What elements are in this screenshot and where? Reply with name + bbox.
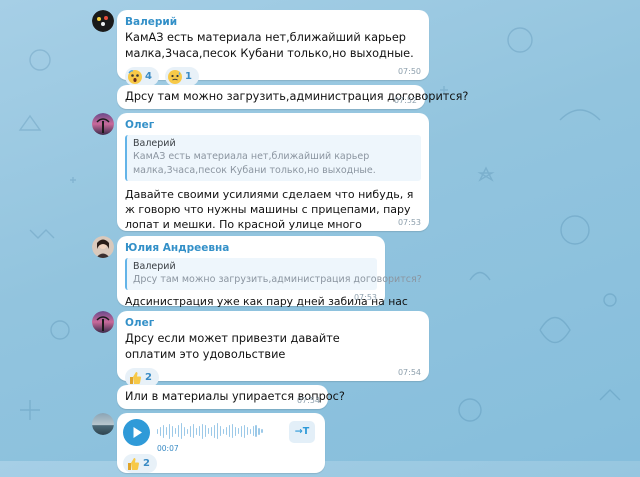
reaction-count: 1 [184, 70, 192, 82]
sender-name[interactable]: Валерий [125, 15, 421, 29]
reply-author: Валерий [133, 138, 176, 149]
transcribe-button[interactable]: →T [289, 421, 315, 443]
message-time: 07:54 [296, 396, 320, 405]
message-text: Адсинистрация уже как пару дней забила н… [125, 295, 408, 308]
message-bubble[interactable]: Олег Дрсу если может привезти давайте оп… [117, 311, 429, 387]
message-text: КамАЗ есть материала нет,ближайший карье… [125, 31, 414, 60]
reaction-chip[interactable]: 1 [164, 67, 199, 86]
message-bubble[interactable]: Юлия Андреевна Валерий Дрсу там можно за… [117, 236, 422, 308]
message-bubble[interactable]: Валерий КамАЗ есть материала нет,ближайш… [117, 10, 429, 86]
message-text: Дрсу там можно загрузить,администрация д… [125, 90, 469, 103]
message-text: Или в материалы упирается вопрос? [125, 390, 345, 403]
avatar[interactable] [92, 413, 114, 435]
message-text: Дрсу если может привезти давайте оплатим… [125, 332, 340, 361]
voice-waveform[interactable] [157, 422, 263, 440]
sweat-face-emoji [167, 69, 182, 84]
reply-quote[interactable]: Валерий Дрсу там можно загрузить,админис… [125, 258, 422, 290]
message-bubble[interactable]: Дрсу там можно загрузить,администрация д… [117, 85, 469, 109]
reaction-chip[interactable]: 4 [125, 67, 159, 86]
reaction-chip[interactable]: 2 [123, 454, 157, 473]
reply-author: Валерий [133, 261, 176, 272]
voice-message-bubble[interactable]: 00:07 →T 2 [117, 413, 325, 473]
message-bubble[interactable]: Или в материалы упирается вопрос? 07:54 [117, 385, 345, 409]
avatar[interactable] [92, 10, 114, 32]
message-bubble[interactable]: Олег Валерий КамАЗ есть материала нет,бл… [117, 113, 429, 261]
sender-name[interactable]: Олег [125, 316, 421, 330]
voice-duration: 00:07 [157, 444, 179, 453]
reactions-row: 4 1 [125, 67, 421, 86]
sender-name[interactable]: Юлия Андреевна [125, 241, 377, 255]
avatar[interactable] [92, 236, 114, 258]
reaction-count: 2 [143, 457, 150, 469]
reply-quote[interactable]: Валерий КамАЗ есть материала нет,ближайш… [125, 135, 421, 181]
reply-text: Дрсу там можно загрузить,администрация д… [133, 274, 422, 285]
play-button[interactable] [123, 419, 150, 446]
avatar[interactable] [92, 113, 114, 135]
message-time: 07:54 [397, 368, 421, 377]
sender-name[interactable]: Олег [125, 118, 421, 132]
screaming-face-emoji [128, 69, 142, 84]
message-time: 07:52 [393, 96, 417, 105]
message-time: 07:50 [397, 67, 421, 76]
reply-text: КамАЗ есть материала нет,ближайший карье… [133, 151, 376, 176]
reaction-count: 4 [145, 70, 152, 82]
play-icon [133, 427, 142, 438]
message-time: 07:53 [353, 293, 377, 302]
thumbs-up-emoji [126, 457, 140, 471]
message-time: 07:53 [397, 218, 421, 227]
thumbs-up-emoji [128, 371, 142, 385]
avatar[interactable] [92, 311, 114, 333]
reaction-count: 2 [145, 371, 152, 383]
